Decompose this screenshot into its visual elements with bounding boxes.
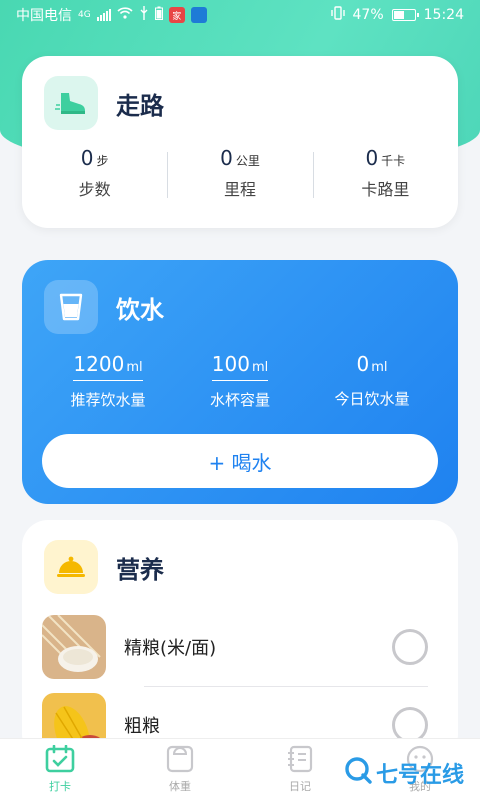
recommended-intake-stat[interactable]: 1200 ml 推荐饮水量	[42, 352, 174, 410]
refined-grains-label: 精粮(米/面)	[124, 638, 217, 659]
tab-weight-label: 体重	[169, 780, 191, 793]
wifi-icon	[117, 7, 133, 23]
walk-card[interactable]: 走路 0步 步数 0 公里 里程 0 千卡 卡路里	[22, 56, 458, 228]
recommended-intake-label: 推荐饮水量	[70, 391, 146, 409]
calories-label: 卡路里	[361, 180, 410, 199]
steps-label: 步数	[78, 180, 111, 199]
tab-diary[interactable]: 日记	[240, 739, 360, 800]
carrier-text: 中国电信	[16, 8, 72, 24]
signal-icon	[96, 9, 111, 21]
status-bar: 中国电信 4G 家 47% 15:24	[0, 0, 480, 30]
scale-icon	[166, 745, 194, 776]
distance-stat: 0 公里 里程	[167, 146, 312, 200]
battery-percent: 47%	[352, 7, 384, 23]
refined-grains-image	[42, 615, 106, 679]
today-intake-unit: ml	[371, 360, 388, 375]
cup-capacity-unit: ml	[251, 360, 269, 375]
row-divider	[144, 686, 428, 687]
distance-unit: 公里	[235, 154, 260, 168]
steps-unit: 步	[96, 154, 109, 168]
watermark: 七号在线	[344, 756, 464, 790]
calories-value: 0	[365, 146, 379, 170]
calories-unit: 千卡	[381, 154, 406, 168]
cup-capacity-label: 水杯容量	[209, 391, 270, 409]
refined-grains-checkbox[interactable]	[392, 629, 428, 665]
cup-capacity-stat[interactable]: 100 ml 水杯容量	[174, 352, 306, 410]
calendar-check-icon	[45, 744, 75, 776]
tab-weight[interactable]: 体重	[120, 739, 240, 800]
water-cup-icon	[44, 280, 98, 334]
watermark-text: 七号在线	[375, 763, 464, 788]
clock-time: 15:24	[423, 7, 464, 23]
steps-stat: 0步 步数	[22, 146, 167, 200]
shoe-icon	[44, 76, 98, 130]
today-intake-stat: 0 ml 今日饮水量	[306, 352, 438, 410]
vibrate-icon	[330, 6, 345, 24]
steps-value: 0	[80, 146, 94, 170]
tab-diary-label: 日记	[289, 780, 311, 793]
watermark-logo-icon	[344, 756, 372, 790]
food-item-refined-grains[interactable]: 精粮(米/面)	[42, 612, 428, 682]
app-notification-icon: 家	[168, 7, 185, 23]
battery-icon	[391, 9, 419, 21]
nutrition-title: 营养	[116, 555, 164, 584]
app-notification-icon-2	[190, 7, 207, 23]
coarse-grains-label: 粗粮	[124, 716, 160, 737]
food-cover-icon	[44, 540, 98, 594]
today-intake-value: 0	[356, 352, 370, 376]
notebook-icon	[286, 745, 314, 776]
usb-icon	[139, 6, 149, 24]
battery-small-icon	[154, 6, 163, 24]
today-intake-label: 今日饮水量	[334, 390, 410, 408]
walk-title: 走路	[116, 91, 164, 120]
cup-capacity-value: 100	[211, 352, 250, 376]
water-card: 饮水 1200 ml 推荐饮水量 100 ml 水杯容量 0 ml 今日饮水量 + 喝…	[22, 260, 458, 504]
recommended-intake-unit: ml	[126, 360, 143, 375]
nutrition-card: 营养 精粮(米/面) 粗粮	[22, 520, 458, 760]
recommended-intake-value: 1200	[73, 352, 125, 376]
water-title: 饮水	[116, 295, 164, 324]
network-text: 4G	[78, 10, 91, 20]
drink-water-button[interactable]: + 喝水	[42, 434, 438, 488]
distance-value: 0	[220, 146, 233, 170]
distance-label: 里程	[223, 180, 256, 199]
calories-stat: 0 千卡 卡路里	[312, 146, 458, 200]
tab-checkin[interactable]: 打卡	[0, 739, 120, 800]
tab-checkin-label: 打卡	[49, 780, 71, 793]
drink-water-label: + 喝水	[208, 450, 272, 475]
